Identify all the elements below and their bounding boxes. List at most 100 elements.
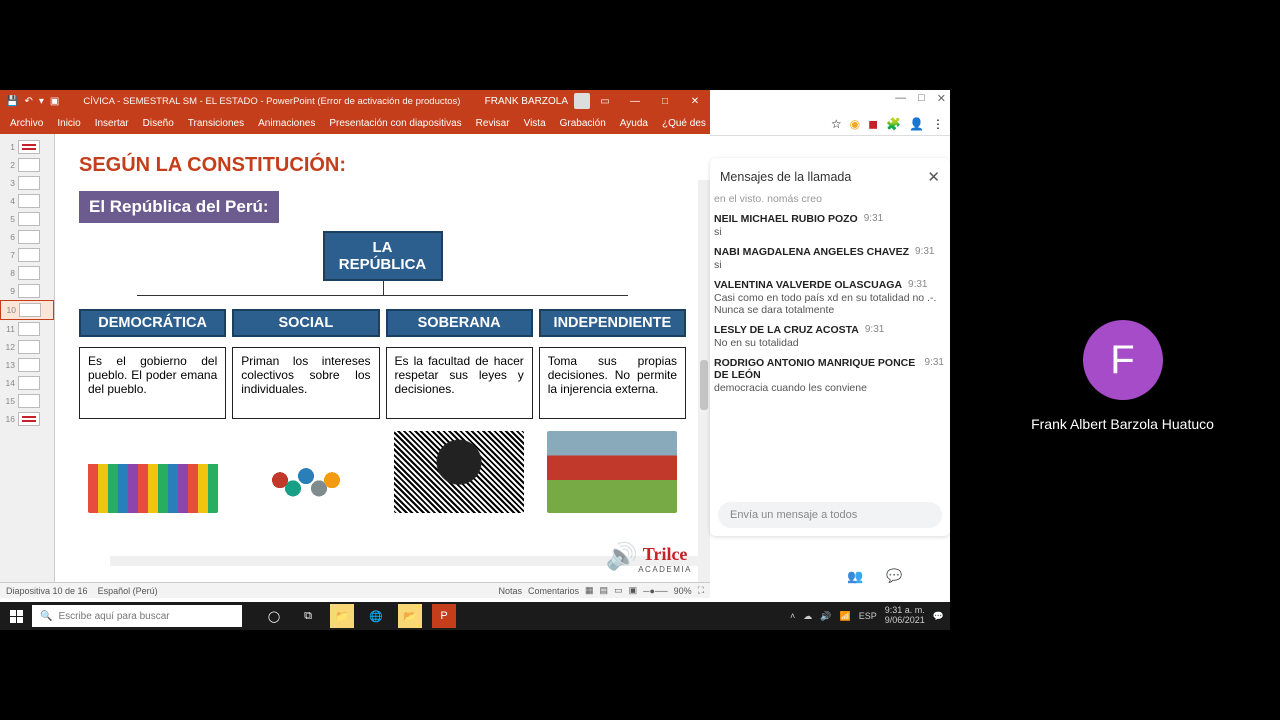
zoom-value[interactable]: 90% xyxy=(674,586,692,596)
avatar[interactable] xyxy=(574,93,590,109)
start-button[interactable] xyxy=(0,602,32,630)
meet-info-icon[interactable]: ⓘ xyxy=(820,568,833,587)
taskview-icon[interactable]: ⧉ xyxy=(296,604,320,628)
chat-message: RODRIGO ANTONIO MANRIQUE PONCE DE LEÓN9:… xyxy=(714,357,944,394)
menu-icon[interactable]: ⋮ xyxy=(932,117,944,131)
chat-input[interactable]: Envía un mensaje a todos xyxy=(718,502,942,528)
chrome-icon[interactable]: 🌐 xyxy=(364,604,388,628)
tab-review[interactable]: Revisar xyxy=(476,118,510,129)
ext-1-icon[interactable]: ◉ xyxy=(850,117,860,131)
start-slideshow-icon[interactable]: ▣ xyxy=(50,96,59,107)
view-sorter-icon[interactable]: ▤ xyxy=(600,585,609,596)
view-reading-icon[interactable]: ▭ xyxy=(614,585,623,596)
trilce-logo: Trilce ACADEMIA xyxy=(638,544,692,574)
tray-onedrive-icon[interactable]: ☁ xyxy=(803,611,812,622)
tray-volume-icon[interactable]: 🔊 xyxy=(820,611,831,622)
message-author: VALENTINA VALVERDE OLASCUAGA xyxy=(714,279,902,291)
tab-animations[interactable]: Animaciones xyxy=(258,118,315,129)
slide-canvas[interactable]: SEGÚN LA CONSTITUCIÓN: El República del … xyxy=(55,134,710,582)
taskbar-search[interactable]: 🔍 Escribe aquí para buscar xyxy=(32,605,242,627)
meet-chat-icon[interactable]: 💬 xyxy=(886,568,902,587)
user-name: FRANK BARZOLA xyxy=(485,96,568,107)
tab-insert[interactable]: Insertar xyxy=(95,118,129,129)
thumbnail-14[interactable]: 14 xyxy=(0,374,54,392)
message-author: RODRIGO ANTONIO MANRIQUE PONCE DE LEÓN xyxy=(714,357,919,381)
thumbnail-12[interactable]: 12 xyxy=(0,338,54,356)
comments-button[interactable]: Comentarios xyxy=(528,586,579,596)
thumbnail-10[interactable]: 10 xyxy=(0,300,54,320)
minimize-icon[interactable]: — xyxy=(620,90,650,112)
chat-messages[interactable]: en el visto. nomás creo NEIL MICHAEL RUB… xyxy=(710,192,950,494)
tray-wifi-icon[interactable]: 📶 xyxy=(840,611,851,622)
maximize-icon[interactable]: □ xyxy=(650,90,680,112)
participant-tile: F Frank Albert Barzola Huatuco xyxy=(965,276,1280,476)
thumbnail-1[interactable]: 1 xyxy=(0,138,54,156)
chrome-maximize-icon[interactable]: □ xyxy=(918,92,925,105)
ribbon: Archivo Inicio Insertar Diseño Transicio… xyxy=(0,112,710,134)
thumbnail-15[interactable]: 15 xyxy=(0,392,54,410)
bookmark-icon[interactable]: ☆ xyxy=(831,117,842,131)
powerpoint-icon[interactable]: P xyxy=(432,604,456,628)
tab-design[interactable]: Diseño xyxy=(143,118,174,129)
tab-transitions[interactable]: Transiciones xyxy=(188,118,244,129)
chrome-minimize-icon[interactable]: — xyxy=(895,92,906,105)
col-social: SOCIAL Priman los intereses colectivos s… xyxy=(232,309,379,513)
chat-message: NABI MAGDALENA ANGELES CHAVEZ9:31si xyxy=(714,246,944,271)
thumbnail-11[interactable]: 11 xyxy=(0,320,54,338)
meet-activities-icon[interactable]: △ xyxy=(916,568,926,587)
tab-recording[interactable]: Grabación xyxy=(560,118,606,129)
slide-thumbnails[interactable]: 12345678910111213141516 xyxy=(0,134,55,582)
chrome-close-icon[interactable]: ✕ xyxy=(937,92,946,105)
thumbnail-2[interactable]: 2 xyxy=(0,156,54,174)
fist-image xyxy=(394,431,524,513)
speaker-icon[interactable]: 🔊 xyxy=(606,541,638,572)
tray-lang[interactable]: ESP xyxy=(859,611,877,621)
tray-clock[interactable]: 9:31 a. m. 9/06/2021 xyxy=(885,606,925,626)
undo-icon[interactable]: ↶ xyxy=(24,96,32,107)
save-icon[interactable]: 💾 xyxy=(6,96,18,107)
thumbnail-16[interactable]: 16 xyxy=(0,410,54,428)
col-text: Es el gobierno del pueblo. El poder eman… xyxy=(79,347,226,419)
profile-icon[interactable]: 👤 xyxy=(909,117,924,131)
col-head: SOCIAL xyxy=(232,309,379,337)
redo-icon[interactable]: ▾ xyxy=(39,96,44,107)
tab-slideshow[interactable]: Presentación con diapositivas xyxy=(329,118,461,129)
view-slideshow-icon[interactable]: ▣ xyxy=(629,585,638,596)
thumbnail-4[interactable]: 4 xyxy=(0,192,54,210)
search-placeholder: Escribe aquí para buscar xyxy=(58,611,169,622)
chat-close-icon[interactable]: ✕ xyxy=(927,168,940,186)
zoom-slider[interactable]: ─●── xyxy=(643,586,668,596)
tell-me[interactable]: ¿Qué des xyxy=(662,118,706,129)
ext-2-icon[interactable]: ◼ xyxy=(868,117,878,131)
view-normal-icon[interactable]: ▦ xyxy=(585,585,594,596)
close-icon[interactable]: ✕ xyxy=(680,90,710,112)
ribbon-options-icon[interactable]: ▭ xyxy=(590,90,620,112)
message-text: democracia cuando les conviene xyxy=(714,382,944,394)
status-lang[interactable]: Español (Perú) xyxy=(98,586,158,596)
thumbnail-5[interactable]: 5 xyxy=(0,210,54,228)
tab-home[interactable]: Inicio xyxy=(57,118,80,129)
thumbnail-13[interactable]: 13 xyxy=(0,356,54,374)
tab-view[interactable]: Vista xyxy=(524,118,546,129)
cortana-icon[interactable]: ◯ xyxy=(262,604,286,628)
message-time: 9:31 xyxy=(865,324,884,336)
notes-button[interactable]: Notas xyxy=(498,586,522,596)
tray-notifications-icon[interactable]: 💬 xyxy=(933,611,944,622)
extensions-icon[interactable]: 🧩 xyxy=(886,117,901,131)
tray-chevron-icon[interactable]: ˄ xyxy=(790,611,795,621)
thumbnail-3[interactable]: 3 xyxy=(0,174,54,192)
tab-file[interactable]: Archivo xyxy=(10,118,43,129)
thumbnail-7[interactable]: 7 xyxy=(0,246,54,264)
chat-message: LESLY DE LA CRUZ ACOSTA9:31No en su tota… xyxy=(714,324,944,349)
folder-icon[interactable]: 📂 xyxy=(398,604,422,628)
explorer-icon[interactable]: 📁 xyxy=(330,604,354,628)
message-text: Casi como en todo país xd en su totalida… xyxy=(714,292,944,316)
tab-help[interactable]: Ayuda xyxy=(620,118,648,129)
thumbnail-6[interactable]: 6 xyxy=(0,228,54,246)
thumbnail-9[interactable]: 9 xyxy=(0,282,54,300)
meet-people-icon[interactable]: 👥89 xyxy=(847,568,872,587)
thumbnail-8[interactable]: 8 xyxy=(0,264,54,282)
status-slide: Diapositiva 10 de 16 xyxy=(6,586,88,596)
message-text: si xyxy=(714,259,944,271)
fit-icon[interactable]: ⛶ xyxy=(698,585,704,596)
